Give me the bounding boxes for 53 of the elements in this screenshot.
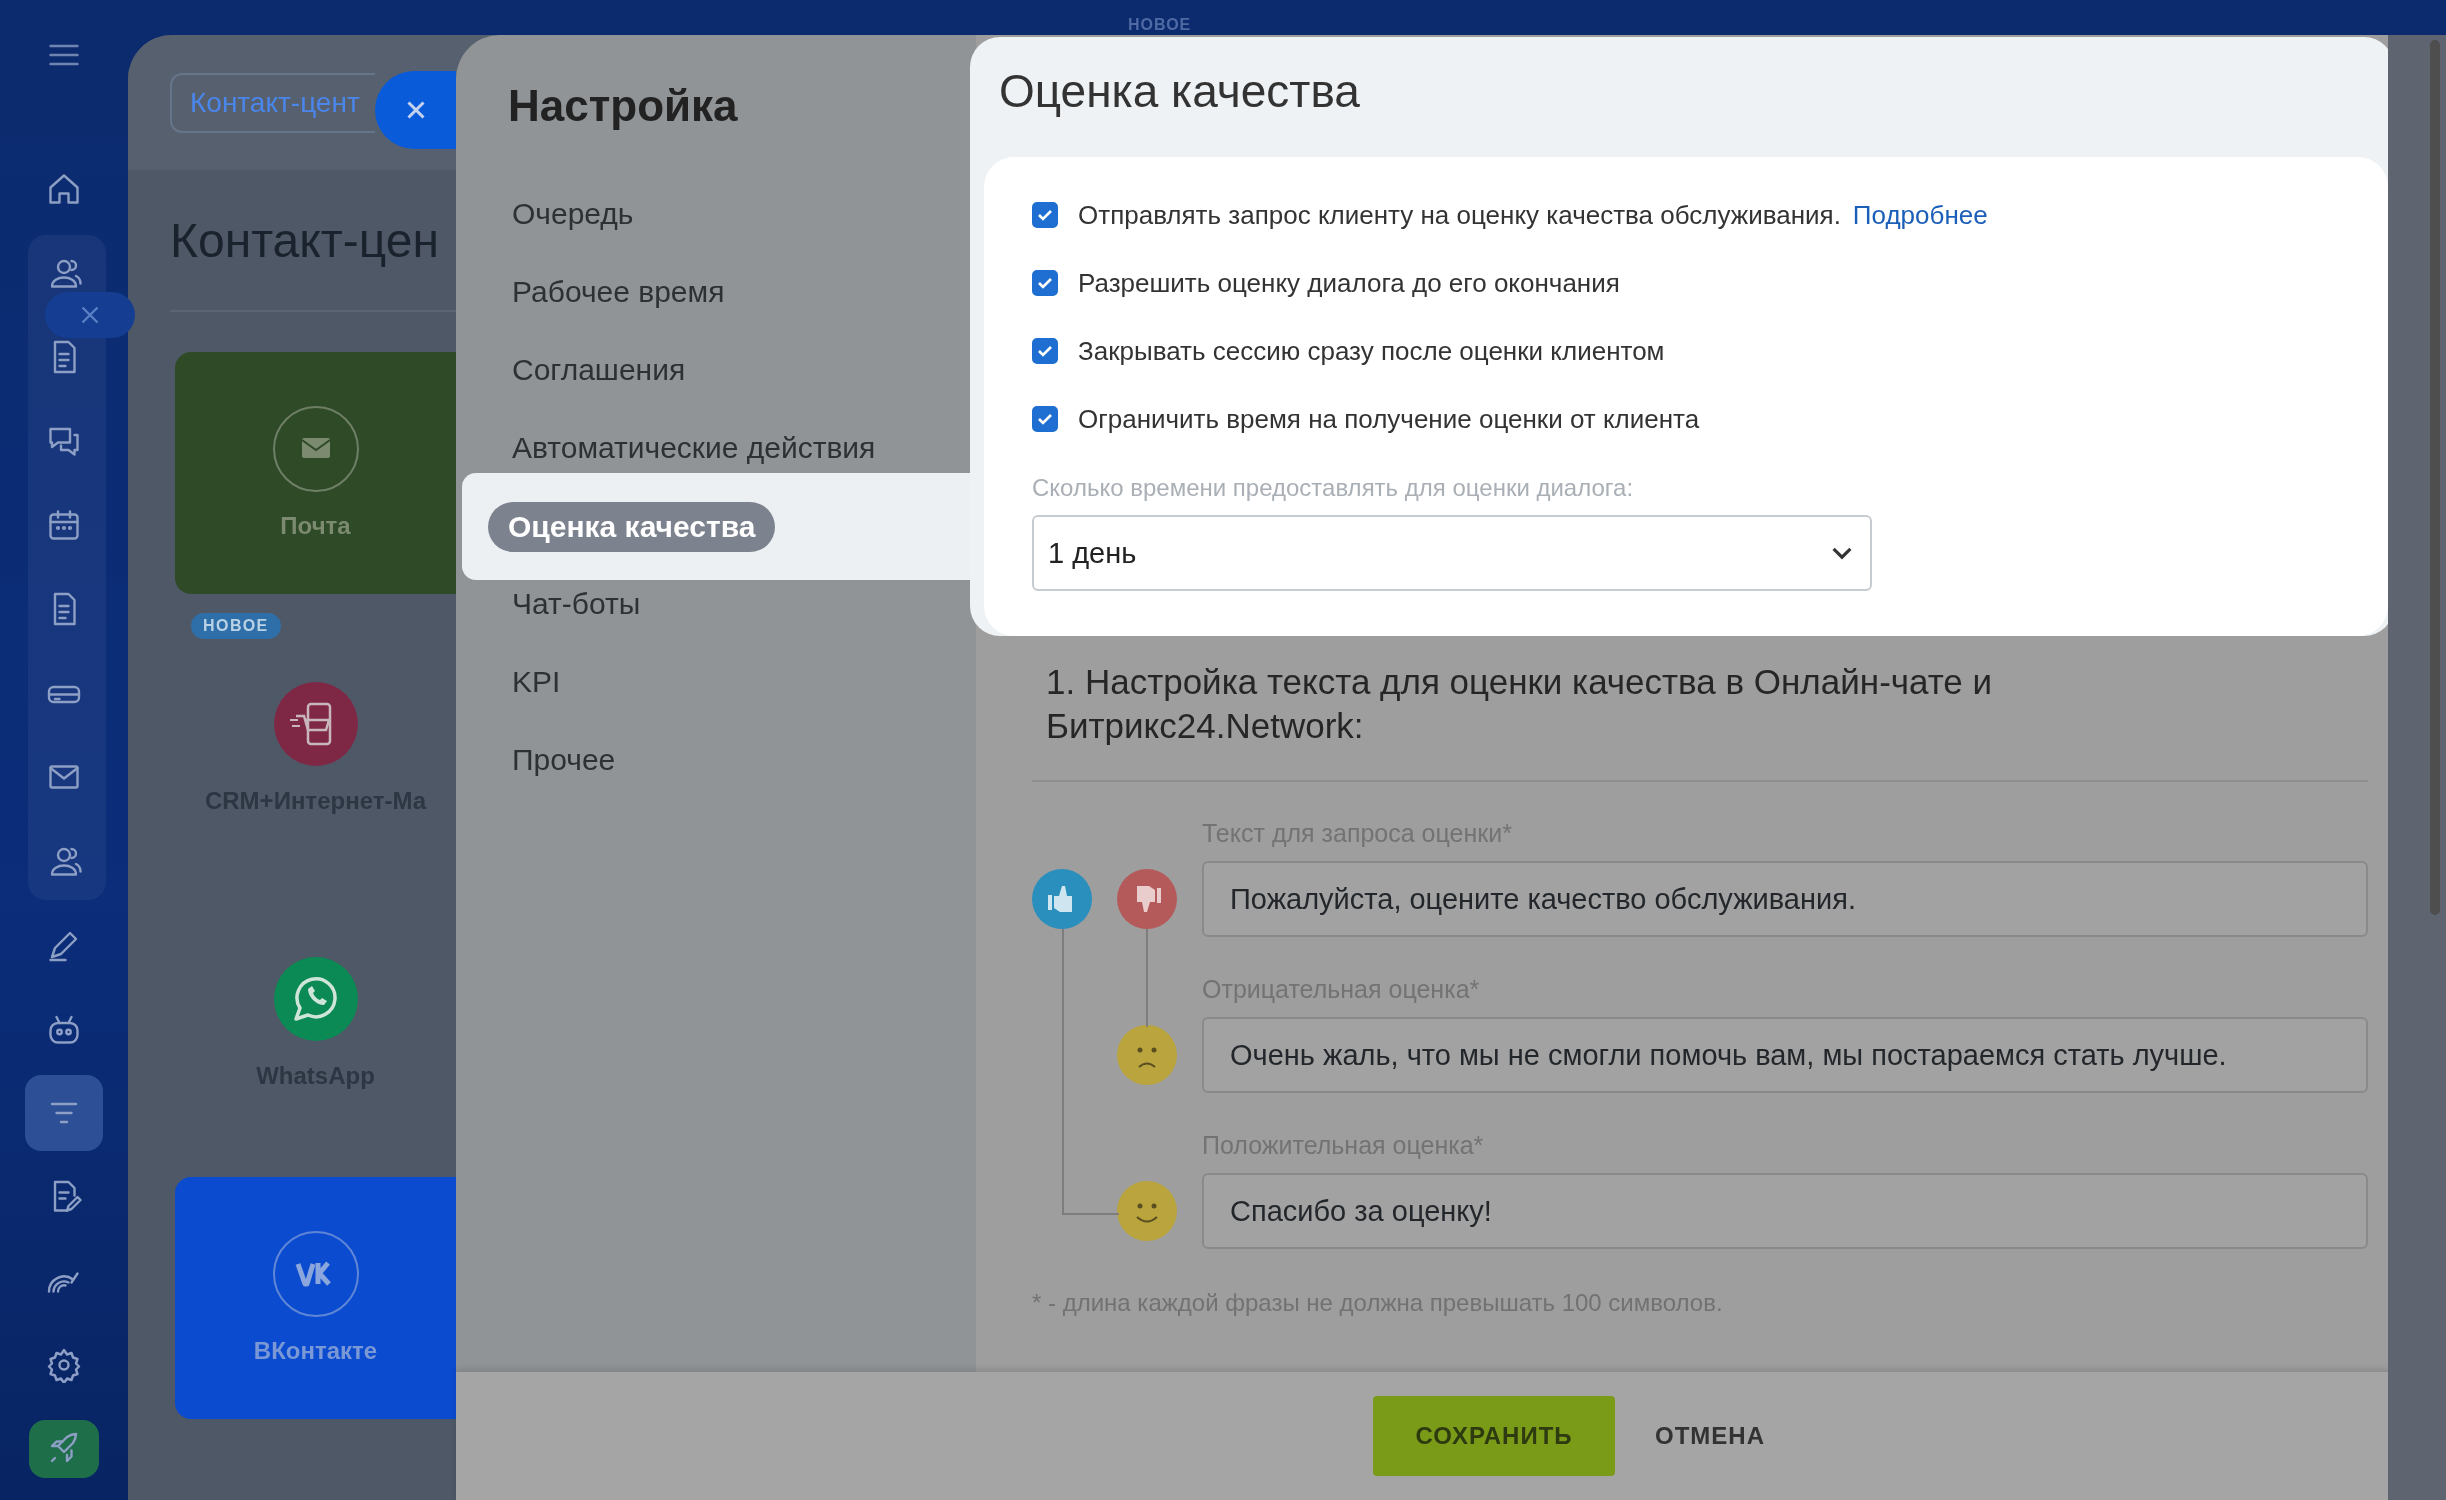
rail-item[interactable]: [25, 1075, 103, 1151]
sidebar-item[interactable]: Прочее: [502, 743, 626, 777]
sidebar-item[interactable]: Автоматические действия: [502, 431, 886, 465]
home-icon: [46, 171, 82, 207]
smile-face-icon: [1117, 1181, 1177, 1241]
text-field[interactable]: Очень жаль, что мы не смогли помочь вам, мы постараемся стать лучше.: [1202, 1017, 2368, 1093]
text-field[interactable]: Спасибо за оценку!: [1202, 1173, 2368, 1249]
checkbox-label: Разрешить оценку диалога до его окончания: [1078, 267, 1620, 299]
sidebar-item[interactable]: Рабочее время: [502, 275, 735, 309]
save-button[interactable]: СОХРАНИТЬ: [1373, 1396, 1615, 1476]
more-link[interactable]: Подробнее: [1852, 199, 1988, 231]
checkbox-label: Закрывать сессию сразу после оценки клиентом: [1078, 335, 1665, 367]
channel-card[interactable]: Почта: [175, 352, 456, 594]
cancel-button[interactable]: ОТМЕНА: [1649, 1421, 1771, 1451]
section-title: 1. Настройка текста для оценки качества в Онлайн-чате и Битрикс24.Network:: [1046, 661, 1994, 747]
checkbox[interactable]: [1032, 202, 1058, 228]
sidebar-item[interactable]: Соглашения: [502, 353, 696, 387]
calendar-icon: [46, 507, 82, 543]
envelope-icon: [271, 405, 360, 493]
scrollbar[interactable]: [2430, 40, 2440, 915]
sidebar-title: Настройка: [508, 81, 739, 131]
thumb-down-icon: [1117, 869, 1177, 929]
new-label: НОВОЕ: [1128, 16, 1192, 34]
sidebar-item[interactable]: Оценка качества: [488, 501, 776, 552]
checkbox[interactable]: [1032, 338, 1058, 364]
rail-item[interactable]: [46, 171, 82, 207]
panel-title: Оценка качества: [998, 64, 1361, 119]
cart-icon: [271, 680, 360, 768]
rail-item[interactable]: [46, 507, 82, 543]
thumb-up-icon: [1032, 869, 1092, 929]
text-field[interactable]: Пожалуйста, оцените качество обслуживания.: [1202, 861, 2368, 937]
checkbox[interactable]: [1032, 406, 1058, 432]
rail-item[interactable]: [29, 1420, 99, 1478]
settings-icon: [46, 1347, 82, 1383]
logo-icon: [271, 1230, 360, 1318]
duration-select[interactable]: 1 день: [1032, 515, 1872, 591]
checkbox[interactable]: [1032, 270, 1058, 296]
card-label: ВКонтакте: [253, 1336, 378, 1366]
close-button[interactable]: [45, 292, 135, 338]
new-badge: НОВОЕ: [191, 613, 281, 639]
sad-face-icon: [1117, 1025, 1177, 1085]
checkbox-label: Отправлять запрос клиенту на оценку качества обслуживания.: [1078, 199, 1841, 231]
field-label: Сколько времени предоставлять для оценки диалога:: [1032, 473, 1635, 503]
page-title: Контакт-цен: [170, 213, 439, 269]
sidebar-item[interactable]: Чат-боты: [502, 587, 651, 621]
sidebar-item[interactable]: Очередь: [502, 197, 644, 231]
sidebar-item[interactable]: KPI: [502, 665, 571, 699]
channel-card[interactable]: ВКонтакте: [175, 1177, 456, 1419]
rail-item[interactable]: [46, 1347, 82, 1383]
card-label: Почта: [280, 511, 351, 541]
phone-bubble-icon: [271, 955, 360, 1043]
close-icon[interactable]: [375, 71, 456, 149]
checkbox-label: Ограничить время на получение оценки от клиента: [1078, 403, 1700, 435]
